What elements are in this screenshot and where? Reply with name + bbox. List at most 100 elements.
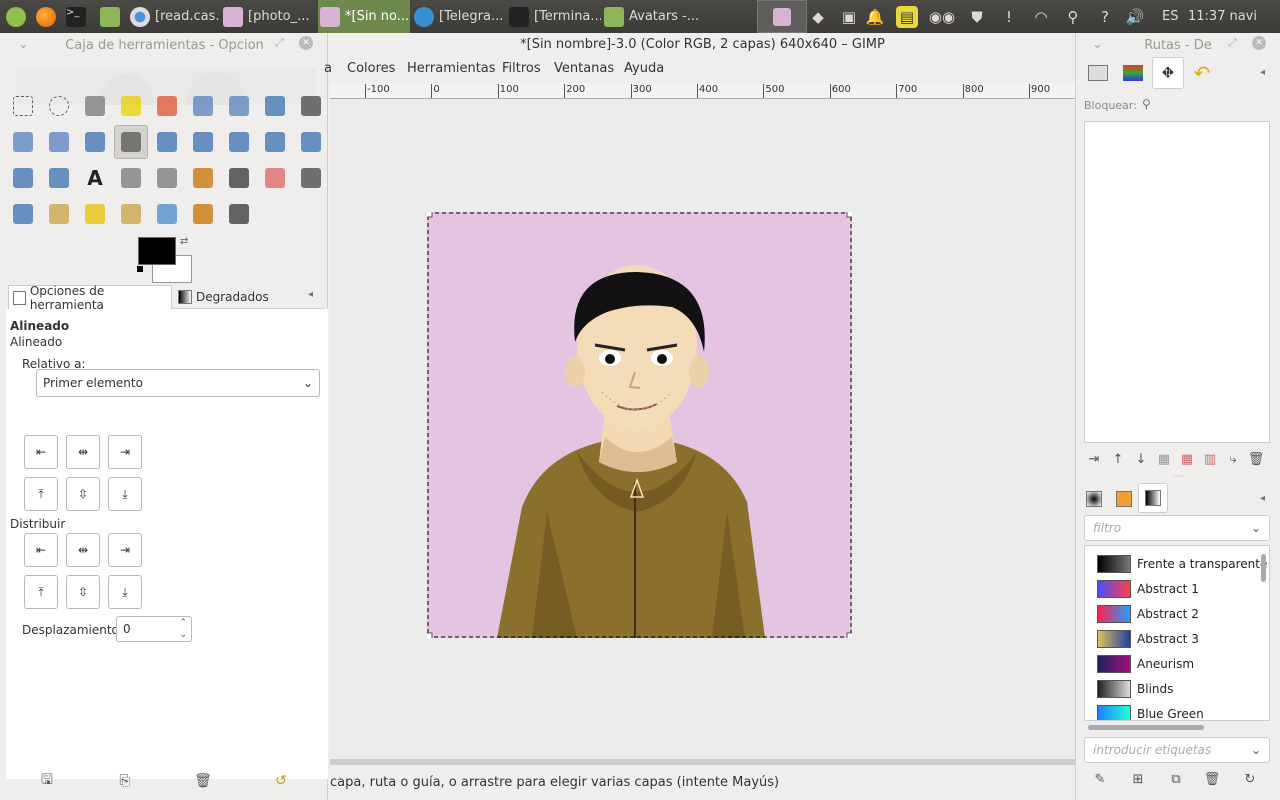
tool-foreground-select[interactable] [222, 89, 256, 123]
taskbar-item-photo[interactable]: [photo_... [223, 0, 315, 33]
clock[interactable]: 11:37 navi [1188, 0, 1257, 33]
horizontal-scrollbar[interactable] [1088, 725, 1204, 730]
gradient-item[interactable]: Frente a transparente [1097, 552, 1267, 576]
menu-colors[interactable]: Colores [347, 61, 395, 76]
gradient-filter-input[interactable]: filtro ⌄ [1084, 515, 1270, 541]
vertical-scrollbar[interactable] [1261, 554, 1266, 582]
tool-scissors[interactable] [186, 89, 220, 123]
tool-fuzzy-select[interactable] [114, 89, 148, 123]
distribute-top-button[interactable]: ⤒ [24, 575, 58, 609]
tab-brushes[interactable] [1080, 485, 1108, 513]
new-gradient-button[interactable]: ⊞ [1128, 769, 1148, 789]
tab-tool-options[interactable]: Opciones de herramienta [8, 284, 172, 312]
spin-arrows-icon[interactable]: ⌃ ⌄ [179, 617, 187, 641]
gradient-item[interactable]: Abstract 2 [1097, 602, 1199, 626]
gradients-list[interactable]: Frente a transparente Abstract 1 Abstract … [1084, 545, 1270, 721]
tags-input[interactable]: introducir etiquetas ⌄ [1084, 737, 1270, 763]
align-middle-button[interactable]: ⇳ [66, 477, 100, 511]
wifi-icon[interactable]: ◠ [1030, 6, 1052, 28]
close-icon[interactable]: ✕ [1252, 36, 1266, 50]
new-path-button[interactable]: ⇥ [1084, 449, 1104, 469]
gradient-item[interactable]: Blinds [1097, 677, 1173, 701]
paths-list[interactable] [1084, 121, 1270, 443]
tool-color-picker[interactable] [294, 89, 328, 123]
menu-image[interactable]: a [324, 61, 332, 76]
location-icon[interactable]: ⚲ [1062, 6, 1084, 28]
tab-undo-history[interactable]: ↶ [1188, 59, 1216, 87]
tool-move[interactable] [78, 125, 112, 159]
tool-ink[interactable] [6, 197, 40, 231]
tab-channels[interactable] [1084, 59, 1112, 87]
taskbar-item-terminal[interactable]: >_ [66, 0, 92, 33]
eyes-icon[interactable]: ◉◉ [924, 6, 960, 28]
workspace-switcher[interactable] [757, 0, 807, 33]
corner-handle[interactable] [846, 632, 852, 638]
relative-to-select[interactable]: Primer elemento ⌄ [36, 369, 320, 397]
default-colors-icon[interactable] [137, 266, 147, 276]
tool-ellipse-select[interactable] [42, 89, 76, 123]
gradient-item[interactable]: Aneurism [1097, 652, 1194, 676]
tool-unified-transform[interactable] [186, 125, 220, 159]
tool-zoom[interactable] [6, 125, 40, 159]
notes-icon[interactable]: ▤ [896, 6, 918, 28]
distribute-center-button[interactable]: ⇹ [66, 533, 100, 567]
notification-bell-icon[interactable]: 🔔 [864, 6, 886, 28]
stroke-path-button[interactable]: ⤷ [1223, 449, 1243, 469]
menu-windows[interactable]: Ventanas [554, 61, 614, 76]
horizontal-ruler[interactable]: -100 0 100 200 300 400 500 600 700 800 900 [330, 83, 1075, 99]
volume-icon[interactable]: 🔊 [1124, 6, 1146, 28]
help-icon[interactable]: ? [1094, 6, 1116, 28]
delete-options-button[interactable]: 🗑 [190, 771, 216, 791]
collapse-icon[interactable]: ⌄ [1092, 37, 1103, 52]
refresh-gradients-button[interactable]: ↻ [1240, 769, 1260, 789]
align-bottom-button[interactable]: ⤓ [108, 477, 142, 511]
menu-filters[interactable]: Filtros [502, 61, 541, 76]
delete-gradient-button[interactable]: 🗑 [1202, 769, 1222, 789]
tool-warp[interactable] [42, 161, 76, 195]
tool-flip[interactable] [294, 125, 328, 159]
tool-cage[interactable] [6, 161, 40, 195]
tab-layers[interactable] [1119, 59, 1147, 87]
collapse-icon[interactable]: ⌄ [18, 37, 29, 52]
tool-perspective-clone[interactable] [114, 197, 148, 231]
tool-paths[interactable] [258, 89, 292, 123]
keyboard-layout[interactable]: ES [1162, 0, 1178, 33]
tool-paintbrush[interactable] [222, 161, 256, 195]
tool-clone[interactable] [42, 197, 76, 231]
tool-dodge-burn[interactable] [222, 197, 256, 231]
tool-color-select[interactable] [150, 89, 184, 123]
align-right-button[interactable]: ⇥ [108, 435, 142, 469]
align-left-button[interactable]: ⇤ [24, 435, 58, 469]
tool-rect-select[interactable] [6, 89, 40, 123]
taskbar-item-terminal-window[interactable]: [Termina... [509, 0, 601, 33]
swap-colors-icon[interactable]: ⇄ [180, 236, 188, 247]
tool-eraser[interactable] [258, 161, 292, 195]
tool-free-select[interactable] [78, 89, 112, 123]
taskbar-item-telegram[interactable]: [Telegra... [414, 0, 504, 33]
tool-airbrush[interactable] [294, 161, 328, 195]
menu-help[interactable]: Ayuda [624, 61, 664, 76]
duplicate-gradient-button[interactable]: ⧉ [1166, 769, 1186, 789]
detach-icon[interactable]: ⤢ [275, 36, 284, 50]
tab-gradients[interactable]: Degradados [174, 285, 284, 309]
tool-rotate[interactable] [222, 125, 256, 159]
corner-handle[interactable] [846, 212, 852, 218]
tool-crop[interactable] [150, 125, 184, 159]
duplicate-path-button[interactable]: ▦ [1154, 449, 1174, 469]
lower-path-button[interactable]: ↓ [1131, 449, 1151, 469]
corner-handle[interactable] [427, 212, 433, 218]
tab-paths[interactable]: ⛖ [1152, 57, 1184, 89]
distribute-left-button[interactable]: ⇤ [24, 533, 58, 567]
foreground-color-swatch[interactable] [138, 237, 176, 265]
tab-gradients-dock[interactable] [1138, 483, 1168, 513]
save-options-button[interactable]: 🖫 [34, 771, 60, 791]
image-canvas[interactable] [427, 212, 852, 638]
menu-tools[interactable]: Herramientas [407, 61, 496, 76]
raise-path-button[interactable]: ↑ [1108, 449, 1128, 469]
tool-blur[interactable] [150, 197, 184, 231]
close-icon[interactable]: ✕ [299, 36, 313, 50]
horizontal-scrollbar[interactable] [330, 759, 1075, 765]
tab-patterns[interactable] [1110, 485, 1138, 513]
hardware-icon[interactable]: ▣ [838, 6, 860, 28]
selection-to-path-button[interactable]: ▥ [1200, 449, 1220, 469]
